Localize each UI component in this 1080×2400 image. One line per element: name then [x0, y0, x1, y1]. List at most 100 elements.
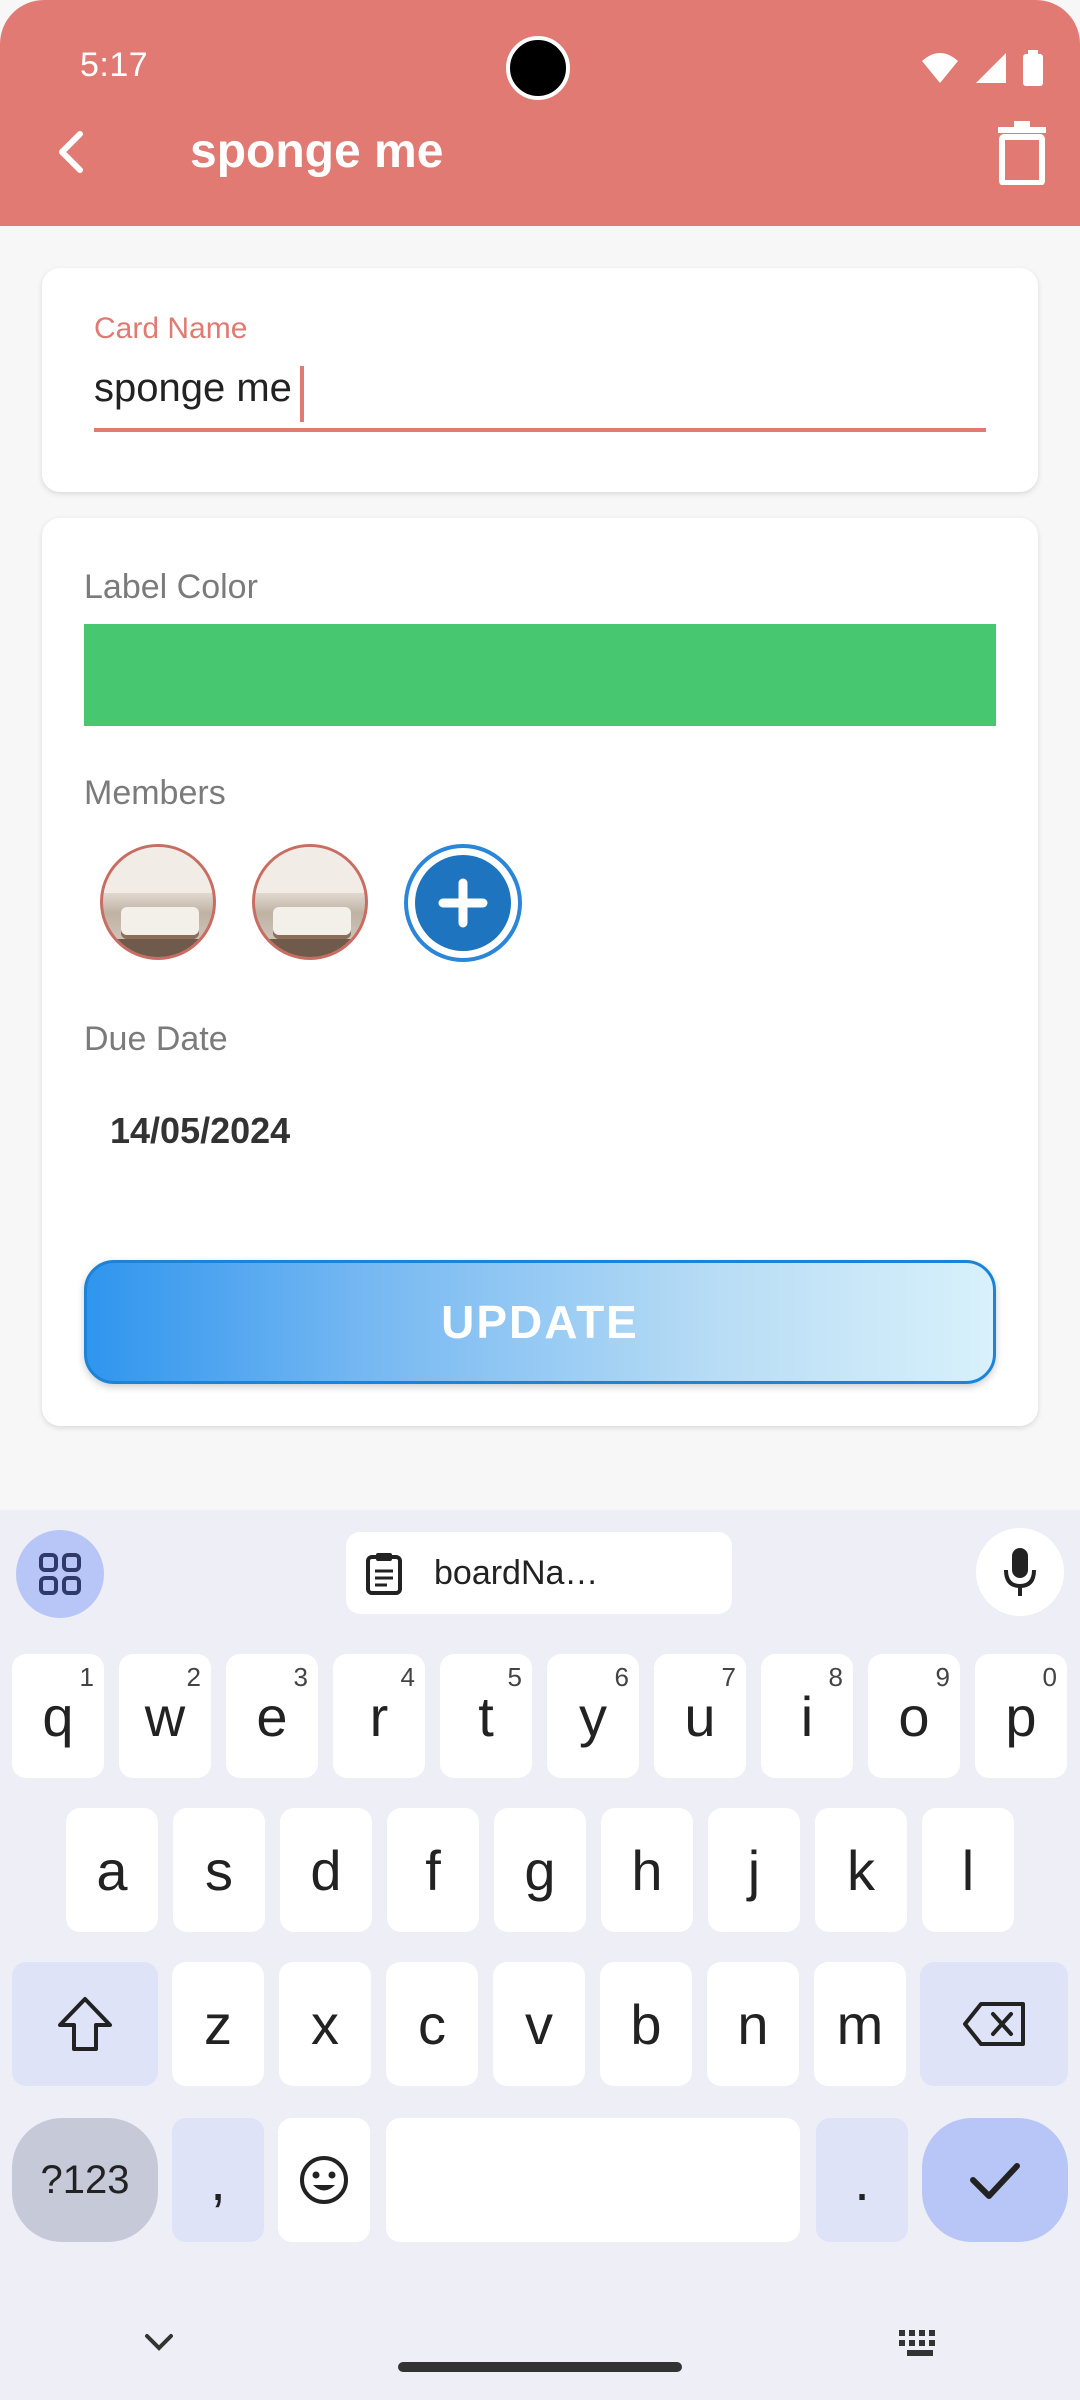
- microphone-icon: [1004, 1548, 1036, 1596]
- key[interactable]: n: [707, 1962, 799, 2086]
- key-label: y: [579, 1684, 607, 1748]
- key[interactable]: s: [173, 1808, 265, 1932]
- label-color-title: Label Color: [84, 568, 258, 606]
- space-key[interactable]: [386, 2118, 800, 2242]
- key[interactable]: t5: [440, 1654, 532, 1778]
- shift-icon: [58, 1997, 112, 2051]
- card-name-label: Card Name: [94, 312, 248, 345]
- page-title: sponge me: [190, 125, 444, 178]
- key[interactable]: z: [172, 1962, 264, 2086]
- wifi-icon: [922, 53, 958, 83]
- key-number-hint: 1: [79, 1662, 94, 1692]
- key[interactable]: w2: [119, 1654, 211, 1778]
- key-label: b: [630, 1992, 662, 2056]
- key-number-hint: 5: [507, 1662, 522, 1692]
- text-cursor: [300, 366, 304, 422]
- key[interactable]: y6: [547, 1654, 639, 1778]
- grid-icon: [39, 1553, 81, 1595]
- period-key[interactable]: .: [816, 2118, 908, 2242]
- card-name-input[interactable]: sponge me: [94, 366, 292, 411]
- hide-keyboard-button[interactable]: [138, 2322, 180, 2364]
- key-label: l: [961, 1838, 975, 1902]
- key-number-hint: 2: [186, 1662, 201, 1692]
- member-avatar[interactable]: [252, 844, 368, 960]
- key-label: q: [42, 1684, 74, 1748]
- add-member-button[interactable]: [404, 844, 522, 962]
- back-arrow-icon: [59, 131, 83, 173]
- backspace-icon: [963, 2002, 1025, 2046]
- status-icons: [920, 44, 1044, 92]
- key-label: n: [737, 1992, 769, 2056]
- key[interactable]: j: [708, 1808, 800, 1932]
- keyboard-menu-button[interactable]: [16, 1530, 104, 1618]
- keyboard: [0, 1510, 1080, 2400]
- key-number-hint: 0: [1042, 1662, 1057, 1692]
- key[interactable]: a: [66, 1808, 158, 1932]
- key[interactable]: i8: [761, 1654, 853, 1778]
- key-label: d: [310, 1838, 342, 1902]
- key[interactable]: o9: [868, 1654, 960, 1778]
- key[interactable]: k: [815, 1808, 907, 1932]
- key-label: a: [96, 1838, 128, 1902]
- key[interactable]: x: [279, 1962, 371, 2086]
- keyboard-icon: [899, 2330, 935, 2356]
- back-button[interactable]: [40, 120, 104, 184]
- key-number-hint: 7: [721, 1662, 736, 1692]
- plus-icon: [438, 878, 488, 928]
- clipboard-icon: [366, 1553, 402, 1595]
- key[interactable]: b: [600, 1962, 692, 2086]
- status-time: 5:17: [80, 46, 149, 84]
- key[interactable]: q1: [12, 1654, 104, 1778]
- key-label: v: [525, 1992, 553, 2056]
- key-label: h: [631, 1838, 663, 1902]
- key-label: i: [800, 1684, 814, 1748]
- key[interactable]: u7: [654, 1654, 746, 1778]
- emoji-key[interactable]: [278, 2118, 370, 2242]
- key[interactable]: f: [387, 1808, 479, 1932]
- key-label: m: [836, 1992, 884, 2056]
- key-label: w: [144, 1684, 186, 1748]
- key[interactable]: h: [601, 1808, 693, 1932]
- key-label: x: [311, 1992, 339, 2056]
- battery-icon: [1023, 50, 1043, 86]
- key-label: u: [684, 1684, 716, 1748]
- due-date-value[interactable]: 14/05/2024: [110, 1110, 290, 1152]
- key-number-hint: 8: [828, 1662, 843, 1692]
- key[interactable]: d: [280, 1808, 372, 1932]
- chevron-down-icon: [145, 2334, 173, 2351]
- input-underline: [94, 428, 986, 432]
- signal-icon: [976, 53, 1006, 83]
- key-label: o: [898, 1684, 930, 1748]
- key-label: c: [418, 1992, 446, 2056]
- backspace-key[interactable]: [920, 1962, 1068, 2086]
- emoji-icon: [300, 2156, 348, 2204]
- key-label: g: [524, 1838, 556, 1902]
- key[interactable]: p0: [975, 1654, 1067, 1778]
- key[interactable]: m: [814, 1962, 906, 2086]
- home-indicator: [398, 2362, 682, 2372]
- voice-input-button[interactable]: [976, 1528, 1064, 1616]
- key-number-hint: 3: [293, 1662, 308, 1692]
- clipboard-suggestion[interactable]: boardNa…: [346, 1532, 732, 1614]
- update-button-label: UPDATE: [441, 1296, 639, 1348]
- key[interactable]: e3: [226, 1654, 318, 1778]
- trash-icon: [998, 121, 1046, 185]
- key-label: z: [204, 1992, 232, 2056]
- key[interactable]: l: [922, 1808, 1014, 1932]
- delete-button[interactable]: [990, 118, 1054, 188]
- enter-key[interactable]: [922, 2118, 1068, 2242]
- key-label: r: [369, 1684, 389, 1748]
- comma-key[interactable]: ,: [172, 2118, 264, 2242]
- key[interactable]: r4: [333, 1654, 425, 1778]
- update-button[interactable]: UPDATE: [84, 1260, 996, 1384]
- symbols-key[interactable]: ?123: [12, 2118, 158, 2242]
- key-number-hint: 9: [935, 1662, 950, 1692]
- key[interactable]: c: [386, 1962, 478, 2086]
- member-avatar[interactable]: [100, 844, 216, 960]
- label-color-swatch[interactable]: [84, 624, 996, 726]
- keyboard-switch-button[interactable]: [896, 2322, 944, 2364]
- key[interactable]: v: [493, 1962, 585, 2086]
- key[interactable]: g: [494, 1808, 586, 1932]
- shift-key[interactable]: [12, 1962, 158, 2086]
- key-number-hint: 4: [400, 1662, 415, 1692]
